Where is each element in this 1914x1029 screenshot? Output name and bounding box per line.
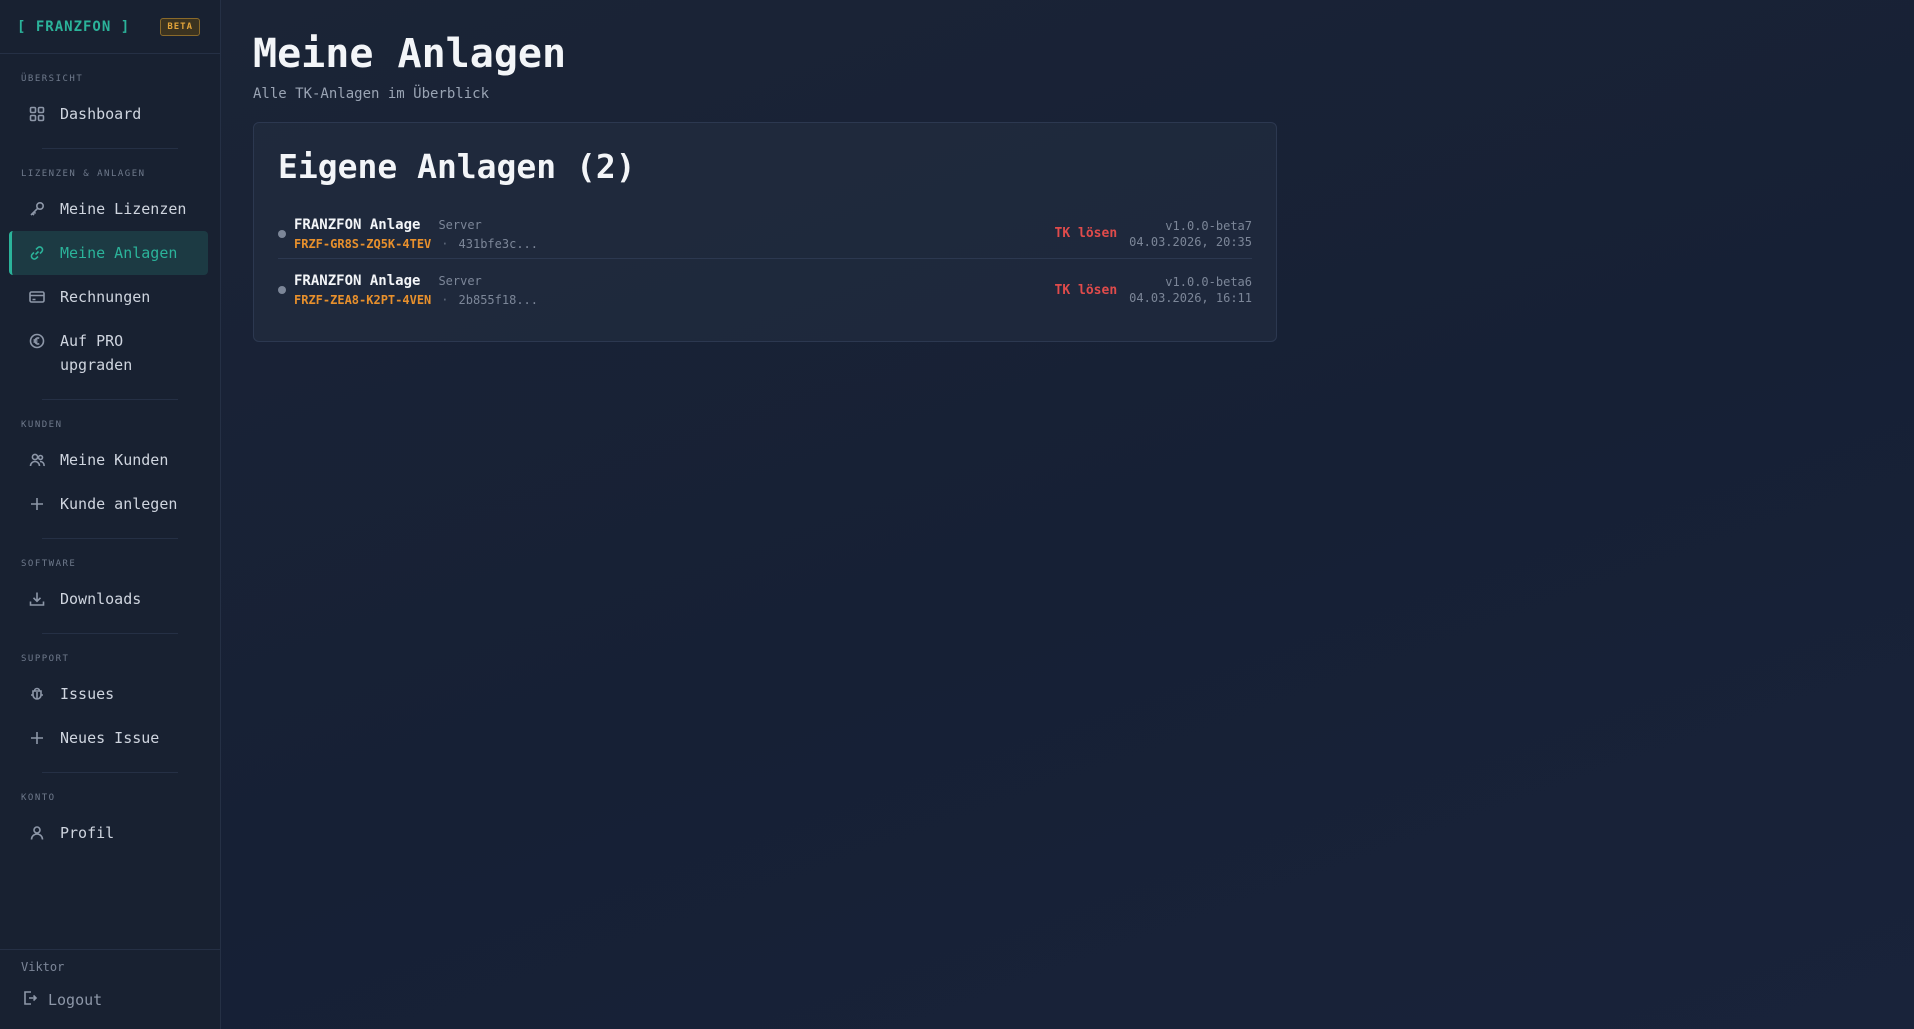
license-key: FRZF-GR8S-ZQ5K-4TEV: [294, 236, 432, 251]
sidebar-item-upgrade[interactable]: Auf PRO upgraden: [9, 319, 208, 387]
sidebar-item-lizenzen[interactable]: Meine Lizenzen: [9, 187, 208, 231]
key-icon: [28, 197, 46, 221]
bug-icon: [28, 682, 46, 706]
sidebar-item-label: Meine Lizenzen: [60, 200, 187, 218]
sidebar-item-issues[interactable]: Issues: [9, 672, 208, 716]
sidebar: [ FRANZFON ] BETA ÜBERSICHT Dashboard LI…: [0, 0, 221, 1029]
sidebar-item-label: Profil: [60, 824, 115, 842]
download-icon: [28, 587, 46, 611]
brand-header: [ FRANZFON ] BETA: [0, 0, 220, 54]
anlage-hash: 2b855f18...: [458, 293, 538, 307]
anlage-type: Server: [438, 274, 482, 288]
anlage-date: 04.03.2026, 16:11: [1129, 291, 1252, 305]
sidebar-item-label: Neues Issue: [60, 729, 160, 747]
anlagen-list: FRANZFON Anlage Server FRZF-GR8S-ZQ5K-4T…: [278, 209, 1252, 315]
anlage-date: 04.03.2026, 20:35: [1129, 234, 1252, 249]
list-item[interactable]: FRANZFON Anlage Server FRZF-ZEA8-K2PT-4V…: [278, 265, 1252, 315]
sidebar-item-profil[interactable]: Profil: [9, 811, 208, 855]
sidebar-item-neues-issue[interactable]: Neues Issue: [9, 716, 208, 760]
divider: [42, 772, 178, 773]
sidebar-item-kunde-anlegen[interactable]: Kunde anlegen: [9, 482, 208, 526]
separator: ·: [441, 293, 449, 307]
sidebar-item-rechnungen[interactable]: Rechnungen: [9, 275, 208, 319]
users-icon: [28, 448, 46, 472]
plus-icon: [28, 492, 46, 516]
logout-label: Logout: [48, 991, 103, 1009]
status-dot: [278, 229, 286, 238]
license-key: FRZF-ZEA8-K2PT-4VEN: [294, 293, 432, 307]
euro-icon: [28, 329, 46, 353]
card-title: Eigene Anlagen (2): [278, 147, 636, 186]
sidebar-footer: Viktor Logout: [0, 949, 220, 1029]
sidebar-item-label: Downloads: [60, 590, 142, 608]
credit-card-icon: [28, 285, 46, 309]
anlage-version: v1.0.0-beta7: [1165, 218, 1252, 233]
page-title: Meine Anlagen: [253, 31, 567, 77]
section-label-uebersicht: ÜBERSICHT: [21, 74, 84, 84]
sidebar-item-label: Kunde anlegen: [60, 495, 178, 513]
status-dot: [278, 286, 286, 294]
user-name: Viktor: [21, 960, 65, 974]
section-label-support: SUPPORT: [21, 654, 70, 664]
list-item[interactable]: FRANZFON Anlage Server FRZF-GR8S-ZQ5K-4T…: [278, 209, 1252, 259]
anlage-name: FRANZFON Anlage: [294, 216, 421, 233]
section-label-konto: KONTO: [21, 793, 56, 803]
brand-logo[interactable]: [ FRANZFON ]: [17, 19, 130, 35]
beta-badge: BETA: [160, 17, 200, 36]
anlage-hash: 431bfe3c...: [458, 236, 538, 251]
divider: [42, 148, 178, 149]
logout-icon: [22, 990, 38, 1010]
divider: [42, 538, 178, 539]
page-subtitle: Alle TK-Anlagen im Überblick: [253, 86, 490, 102]
section-label-lizenzen: LIZENZEN & ANLAGEN: [21, 169, 146, 179]
sidebar-item-label: Meine Anlagen: [60, 244, 178, 262]
section-label-kunden: KUNDEN: [21, 420, 63, 430]
sidebar-item-label: Meine Kunden: [60, 451, 169, 469]
sidebar-item-kunden[interactable]: Meine Kunden: [9, 438, 208, 482]
section-label-software: SOFTWARE: [21, 559, 77, 569]
anlage-name: FRANZFON Anlage: [294, 273, 421, 289]
sidebar-item-label: Rechnungen: [60, 288, 151, 306]
dashboard-grid-icon: [28, 102, 46, 126]
plus-icon: [28, 726, 46, 750]
anlagen-card: Eigene Anlagen (2) FRANZFON Anlage Serve…: [253, 122, 1277, 342]
user-icon: [28, 821, 46, 845]
anlage-type: Server: [438, 217, 482, 232]
logout-button[interactable]: Logout: [0, 974, 220, 1026]
sidebar-item-dashboard[interactable]: Dashboard: [9, 92, 208, 136]
separator: ·: [441, 236, 449, 251]
tk-loesen-button[interactable]: TK lösen: [1055, 283, 1118, 298]
divider: [42, 633, 178, 634]
link-icon: [28, 241, 46, 265]
divider: [42, 399, 178, 400]
sidebar-item-label: Dashboard: [60, 105, 142, 123]
tk-loesen-button[interactable]: TK lösen: [1055, 226, 1118, 241]
sidebar-item-label: Auf PRO upgraden: [60, 332, 133, 374]
sidebar-item-anlagen[interactable]: Meine Anlagen: [9, 231, 208, 275]
anlage-version: v1.0.0-beta6: [1165, 275, 1252, 289]
main-content: Meine Anlagen Alle TK-Anlagen im Überbli…: [221, 0, 1914, 1029]
sidebar-item-label: Issues: [60, 685, 115, 703]
sidebar-item-downloads[interactable]: Downloads: [9, 577, 208, 621]
